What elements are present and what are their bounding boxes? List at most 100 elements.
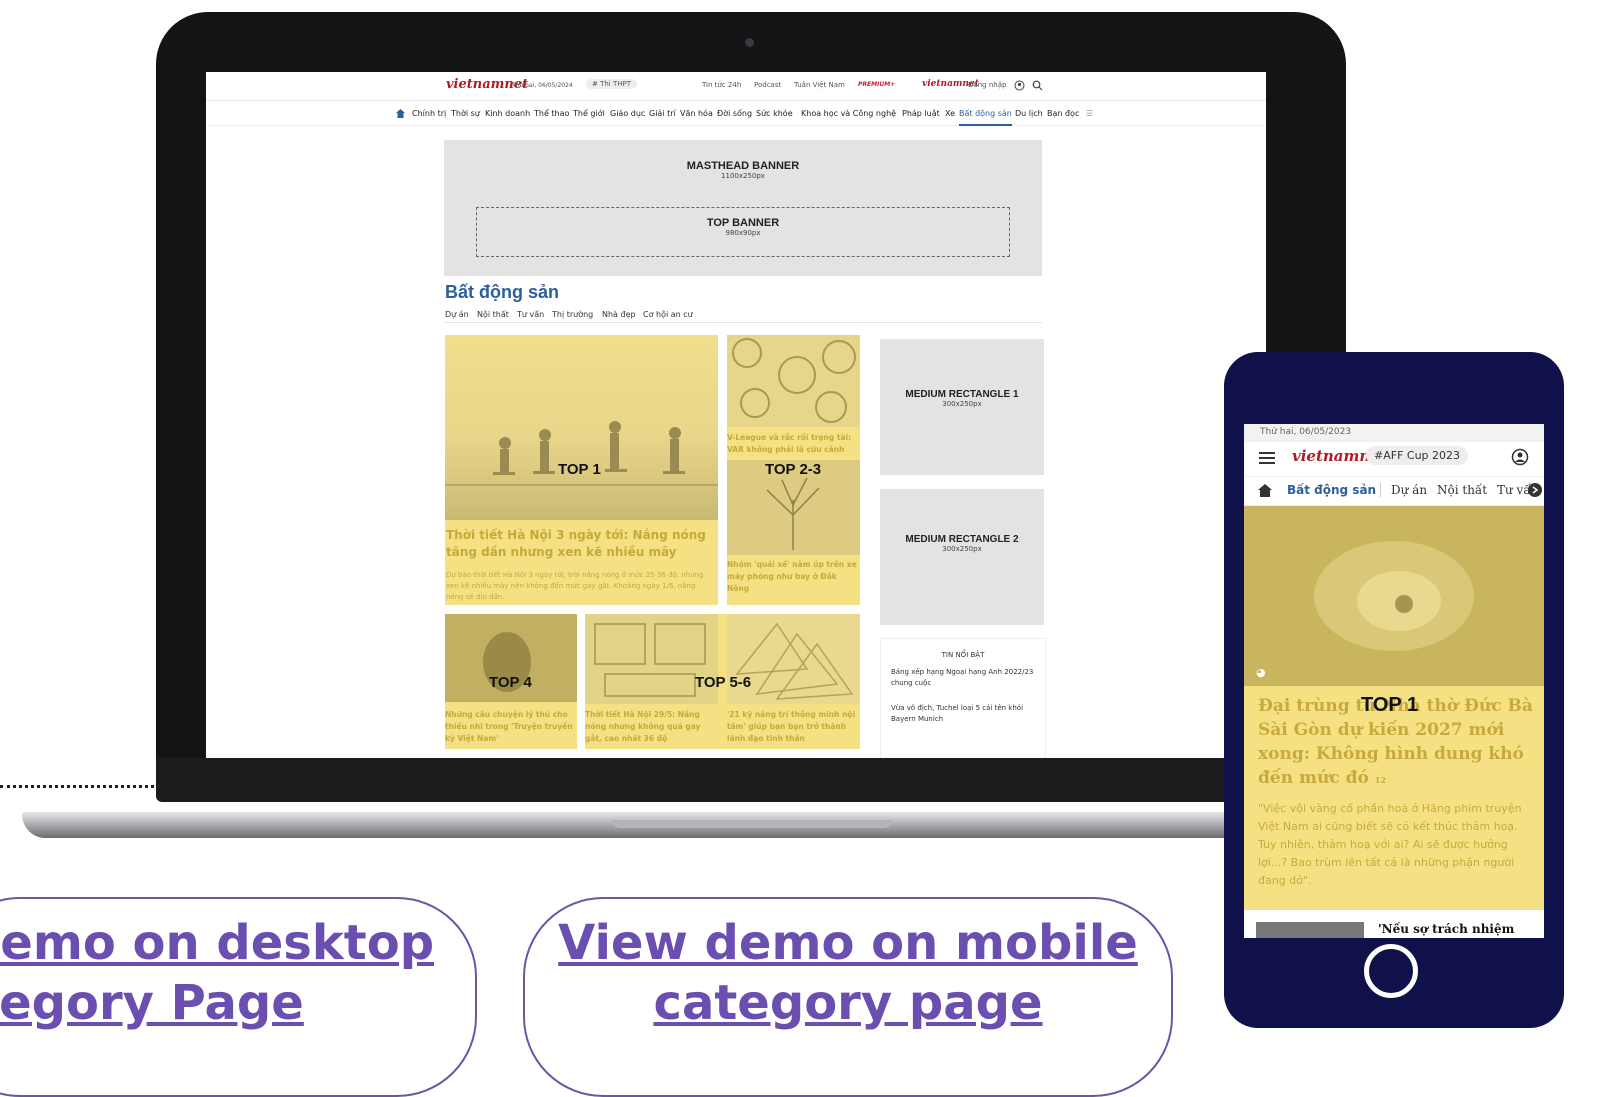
- rect2-title: MEDIUM RECTANGLE 2: [905, 534, 1019, 545]
- mobile-demo-line2[interactable]: category page: [523, 974, 1173, 1032]
- dotted-connector: [0, 785, 160, 788]
- desktop-date: Thứ hai, 06/05/2024: [512, 82, 573, 89]
- nav-ban-doc[interactable]: Bạn đọc: [1047, 109, 1079, 118]
- food-image: [732, 338, 856, 423]
- mobile-nav-category[interactable]: Bất động sản: [1287, 483, 1376, 497]
- masthead-banner[interactable]: MASTHEAD BANNER 1100x250px TOP BANNER 98…: [444, 140, 1042, 276]
- hamburger-icon[interactable]: [1259, 451, 1275, 465]
- nav-thoi-su[interactable]: Thời sự: [451, 109, 480, 118]
- home-icon[interactable]: [396, 109, 405, 118]
- top1-summary: Dự báo thời tiết Hà Nội 3 ngày tới, trời…: [446, 571, 704, 601]
- desktop-demo-line1[interactable]: demo on desktop: [0, 914, 440, 972]
- mobile-tag[interactable]: #AFF Cup 2023: [1366, 446, 1469, 465]
- featured-item-1[interactable]: Bảng xếp hạng Ngoại hạng Anh 2022/23 chu…: [891, 667, 1035, 689]
- top2-headline[interactable]: V-League và rắc rối trọng tài: VAR không…: [727, 432, 860, 456]
- desktop-screen: vietnamnet Thứ hai, 06/05/2024 # Thi THP…: [206, 72, 1266, 758]
- subtab-nha-dep[interactable]: Nhà đẹp: [602, 310, 636, 319]
- medium-rectangle-2[interactable]: MEDIUM RECTANGLE 2 300x250px: [880, 489, 1044, 625]
- featured-item-2[interactable]: Vừa vô địch, Tuchel loại 5 cái tên khỏi …: [891, 703, 1035, 725]
- mobile-nav: Bất động sản Dự án Nội thất Tư vấn: [1244, 476, 1544, 506]
- medium-rectangle-1[interactable]: MEDIUM RECTANGLE 1 300x250px: [880, 339, 1044, 475]
- mobile-nav-noi-that[interactable]: Nội thất: [1437, 483, 1487, 497]
- nav-chinh-tri[interactable]: Chính trị: [412, 109, 446, 118]
- desktop-topbar: vietnamnet Thứ hai, 06/05/2024 # Thi THP…: [206, 72, 1266, 101]
- nav-khoa-hoc[interactable]: Khoa học và Công nghệ: [801, 109, 896, 118]
- category-title: Bất động sản: [445, 282, 560, 302]
- mobile-thumb[interactable]: [1256, 922, 1364, 938]
- top23-label: TOP 2-3: [765, 461, 822, 478]
- cathedral-image: [1314, 541, 1474, 651]
- link-tuan-viet-nam[interactable]: Tuần Việt Nam: [794, 81, 845, 89]
- desktop-tag[interactable]: # Thi THPT: [586, 79, 638, 89]
- top-banner-title: TOP BANNER: [706, 217, 780, 229]
- link-podcast[interactable]: Podcast: [754, 81, 781, 89]
- top4-card[interactable]: TOP 4 Những câu chuyện lý thú cho thiếu …: [445, 614, 577, 749]
- home-button[interactable]: [1364, 944, 1418, 998]
- top1-image: [445, 335, 718, 520]
- nav-van-hoa[interactable]: Văn hóa: [680, 109, 713, 118]
- premium-link[interactable]: PREMIUM+: [858, 81, 895, 88]
- featured-box: TIN NỔI BẬT Bảng xếp hạng Ngoại hạng Anh…: [880, 638, 1046, 758]
- top6-headline[interactable]: '21 kỹ năng trí thông minh nội tâm' giúp…: [727, 709, 857, 745]
- login-link[interactable]: Đăng nhập: [968, 81, 1006, 89]
- top1-card[interactable]: TOP 1 Thời tiết Hà Nội 3 ngày tới: Nắng …: [445, 335, 718, 605]
- subtab-noi-that[interactable]: Nội thất: [477, 310, 509, 319]
- search-icon[interactable]: [1032, 80, 1043, 91]
- nav-bat-dong-san[interactable]: Bất động sản: [959, 109, 1012, 126]
- video-icon: ◕: [1256, 666, 1266, 679]
- comment-count: 12: [1374, 775, 1386, 785]
- nav-suc-khoe[interactable]: Sức khỏe: [756, 109, 793, 118]
- chevron-right-icon[interactable]: [1528, 483, 1542, 497]
- subtab-co-hoi-an-cu[interactable]: Cơ hội an cư: [643, 310, 693, 319]
- top56-label: TOP 5-6: [695, 674, 752, 691]
- account-icon[interactable]: [1511, 448, 1529, 466]
- laptop-notch: [612, 820, 892, 828]
- laptop-bezel-bottom: [156, 758, 1346, 802]
- subtab-thi-truong[interactable]: Thị trường: [552, 310, 593, 319]
- mobile-top1-label: TOP 1: [1361, 694, 1419, 716]
- top4-label: TOP 4: [489, 674, 532, 691]
- top56-card[interactable]: TOP 5-6 Thời tiết Hà Nội 29/5: Nắng nóng…: [585, 614, 860, 749]
- top1-label: TOP 1: [558, 461, 601, 478]
- mobile-top1-summary: "Việc vội vàng cố phần hoá ở Hãng phim t…: [1258, 802, 1522, 887]
- desktop-demo-line2[interactable]: tegory Page: [0, 974, 380, 1032]
- rect2-size: 300x250px: [942, 545, 982, 553]
- nav-the-gioi[interactable]: Thế giới: [573, 109, 605, 118]
- mobile-top1-card[interactable]: Đại trùng tu Nhà thờ Đức Bà Sài Gòn dự k…: [1244, 686, 1544, 910]
- mobile-date: Thứ hai, 06/05/2023: [1260, 427, 1352, 437]
- top5-headline[interactable]: Thời tiết Hà Nội 29/5: Nắng nóng nhưng k…: [585, 709, 715, 745]
- subtab-tu-van[interactable]: Tư vấn: [517, 310, 544, 319]
- top3-headline[interactable]: Nhóm 'quái xế' nằm úp trên xe máy phóng …: [727, 559, 860, 595]
- nav-doi-song[interactable]: Đời sống: [717, 109, 752, 118]
- mobile-top1-image[interactable]: ◕: [1244, 506, 1544, 686]
- desktop-main-nav: Chính trị Thời sự Kinh doanh Thể thao Th…: [206, 101, 1266, 126]
- link-tin-tuc[interactable]: Tin tức 24h: [702, 81, 741, 89]
- user-icon[interactable]: [1014, 80, 1025, 91]
- nav-kinh-doanh[interactable]: Kinh doanh: [485, 109, 530, 118]
- skaters-image: [445, 421, 718, 486]
- nav-du-lich[interactable]: Du lịch: [1015, 109, 1043, 118]
- mobile-demo-line1[interactable]: View demo on mobile: [523, 914, 1173, 972]
- nav-giao-duc[interactable]: Giáo dục: [610, 109, 645, 118]
- mobile-nav-du-an[interactable]: Dự án: [1380, 483, 1427, 497]
- top1-headline[interactable]: Thời tiết Hà Nội 3 ngày tới: Nắng nóng t…: [446, 527, 711, 561]
- divider: [444, 322, 1042, 323]
- rect1-size: 300x250px: [942, 400, 982, 408]
- nav-giai-tri[interactable]: Giải trí: [649, 109, 676, 118]
- mobile-next-headline[interactable]: 'Nếu sợ trách nhiệm: [1378, 922, 1514, 936]
- subtab-du-an[interactable]: Dự án: [445, 310, 469, 319]
- mobile-datebar: Thứ hai, 06/05/2023: [1244, 424, 1544, 442]
- nav-the-thao[interactable]: Thể thao: [534, 109, 569, 118]
- top-banner[interactable]: TOP BANNER 980x90px: [476, 207, 1010, 257]
- top-banner-size: 980x90px: [725, 229, 761, 237]
- camera-icon: [745, 38, 754, 47]
- menu-icon[interactable]: ☰: [1086, 109, 1093, 118]
- nav-xe[interactable]: Xe: [945, 109, 955, 118]
- nav-phap-luat[interactable]: Pháp luật: [902, 109, 940, 118]
- top23-card[interactable]: V-League và rắc rối trọng tài: VAR không…: [727, 335, 860, 605]
- rect1-title: MEDIUM RECTANGLE 1: [905, 389, 1019, 400]
- featured-title: TIN NỔI BẬT: [941, 651, 985, 659]
- mobile-home-icon[interactable]: [1258, 484, 1272, 497]
- top4-headline[interactable]: Những câu chuyện lý thú cho thiếu nhi tr…: [445, 709, 577, 745]
- mobile-screen: Thứ hai, 06/05/2023 vietnamnet #AFF Cup …: [1244, 424, 1544, 938]
